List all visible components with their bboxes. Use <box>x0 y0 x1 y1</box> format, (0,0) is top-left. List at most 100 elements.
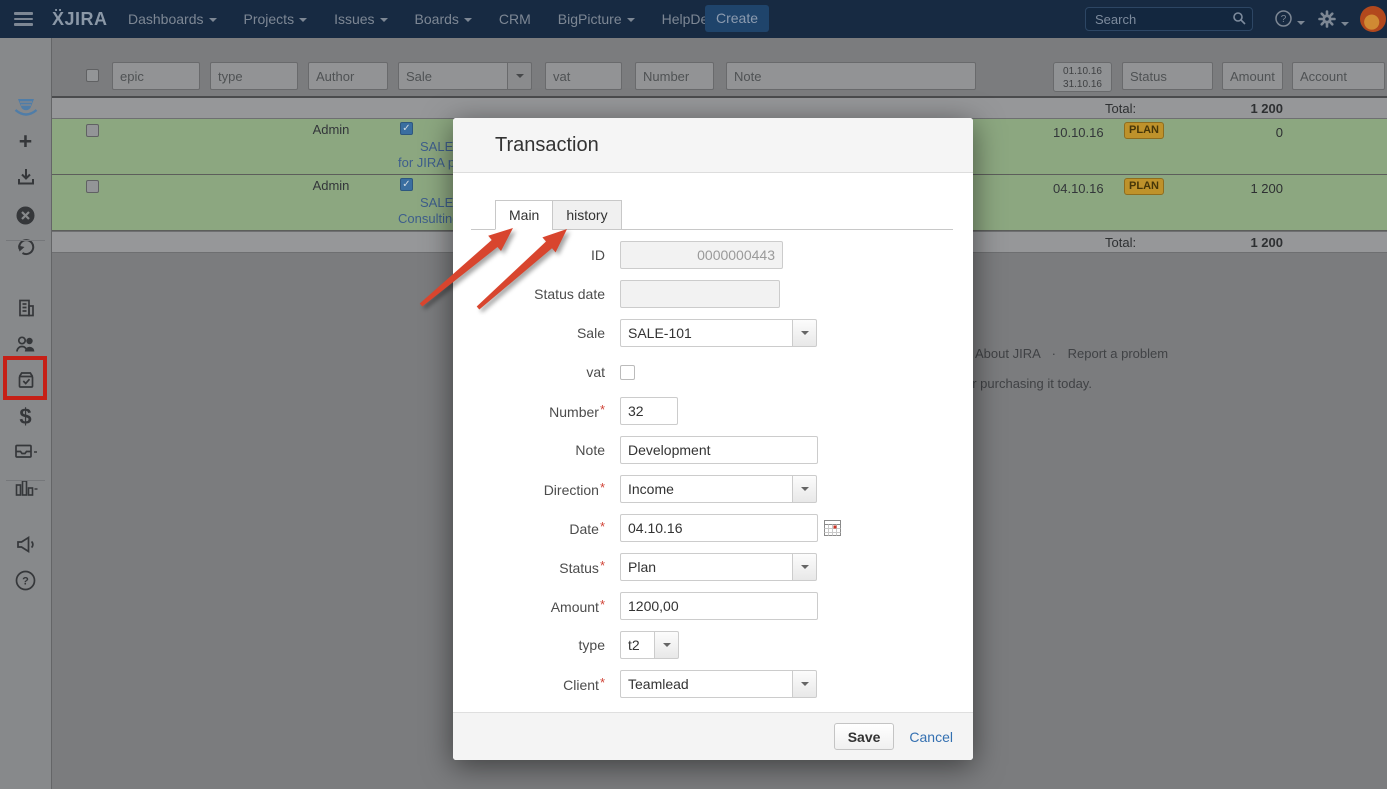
sale-select-dropdown-button[interactable] <box>792 319 817 347</box>
nav-item-bigpicture[interactable]: BigPicture <box>558 11 635 27</box>
chevron-down-icon <box>801 682 809 686</box>
nav-item-issues[interactable]: Issues <box>334 11 387 27</box>
amount-field[interactable] <box>620 592 818 620</box>
dialog-title: Transaction <box>453 118 973 172</box>
import-download-icon[interactable] <box>0 164 51 190</box>
companies-icon[interactable] <box>0 295 51 321</box>
add-icon[interactable]: + <box>0 128 51 154</box>
sidebar-divider <box>6 480 45 481</box>
jira-logo[interactable]: ẌJIRA <box>52 0 108 38</box>
nav-item-crm[interactable]: CRM <box>499 11 531 27</box>
filter-epic-input[interactable] <box>112 62 200 90</box>
form-row-status: Status* <box>453 553 973 581</box>
cancel-icon[interactable] <box>0 202 51 228</box>
filter-number-input[interactable] <box>635 62 714 90</box>
redo-icon[interactable] <box>0 234 51 260</box>
cancel-link[interactable]: Cancel <box>909 729 953 745</box>
type-select-input[interactable] <box>620 631 655 659</box>
direction-select-dropdown-button[interactable] <box>792 475 817 503</box>
report-problem-link[interactable]: Report a problem <box>1068 346 1168 361</box>
row-checked-checkbox[interactable]: ✓ <box>400 122 413 135</box>
nav-item-dashboards[interactable]: Dashboards <box>128 11 217 27</box>
amount-label: Amount* <box>453 597 620 615</box>
filter-type-input[interactable] <box>210 62 298 90</box>
status-label: Status* <box>453 558 620 576</box>
row-checked-checkbox[interactable]: ✓ <box>400 178 413 191</box>
filter-author-input[interactable] <box>308 62 388 90</box>
note-field[interactable] <box>620 436 818 464</box>
create-button[interactable]: Create <box>705 5 769 32</box>
sidebar-divider <box>6 240 45 241</box>
required-mark: * <box>600 597 605 612</box>
hamburger-menu-icon[interactable] <box>14 12 33 26</box>
status-date-label: Status date <box>453 286 620 302</box>
filter-vat-input[interactable] <box>545 62 622 90</box>
client-select <box>620 670 817 698</box>
select-all-checkbox[interactable] <box>86 69 99 82</box>
nav-item-boards[interactable]: Boards <box>415 11 472 27</box>
sale-label: Sale <box>453 325 620 341</box>
save-button[interactable]: Save <box>834 723 895 750</box>
row-sale-description[interactable]: for JIRA p <box>398 155 455 170</box>
search-input[interactable] <box>1093 9 1227 29</box>
help-icon[interactable]: ? <box>0 567 51 593</box>
row-date: 10.10.16 <box>1053 125 1104 140</box>
settings-gear-icon[interactable] <box>1318 10 1349 33</box>
filter-date-range-button[interactable]: 01.10.1631.10.16 <box>1053 62 1112 92</box>
form-row-client: Client* <box>453 670 973 698</box>
sale-select-input[interactable] <box>620 319 793 347</box>
tab-main[interactable]: Main <box>495 200 553 230</box>
filter-sale-dropdown-button[interactable] <box>508 62 532 90</box>
vat-label: vat <box>453 364 620 380</box>
direction-select-input[interactable] <box>620 475 793 503</box>
filter-account-input[interactable] <box>1292 62 1385 90</box>
filter-status-input[interactable] <box>1122 62 1213 90</box>
chevron-down-icon <box>464 18 472 22</box>
status-date-field <box>620 280 780 308</box>
total-row-top: Total: 1 200 <box>52 98 1387 119</box>
status-select-dropdown-button[interactable] <box>792 553 817 581</box>
vat-checkbox[interactable] <box>620 365 635 380</box>
invoices-icon[interactable] <box>0 438 51 464</box>
transaction-form: ID Status date Sale vat Number* <box>453 230 973 698</box>
page-partial-text: er purchasing it today. <box>965 376 1092 391</box>
contacts-icon[interactable] <box>0 331 51 357</box>
client-select-dropdown-button[interactable] <box>792 670 817 698</box>
crm-sidebar: + $ ? <box>0 38 52 789</box>
user-avatar[interactable] <box>1360 6 1386 32</box>
type-select-dropdown-button[interactable] <box>654 631 679 659</box>
status-select <box>620 553 817 581</box>
calendar-icon[interactable] <box>824 520 841 536</box>
nav-item-projects[interactable]: Projects <box>244 11 308 27</box>
row-date: 04.10.16 <box>1053 181 1104 196</box>
client-select-input[interactable] <box>620 670 793 698</box>
status-select-input[interactable] <box>620 553 793 581</box>
filter-sale-dropdown <box>398 62 532 90</box>
reports-chart-icon[interactable] <box>0 475 51 501</box>
row-checkbox[interactable] <box>86 180 99 193</box>
announcement-icon[interactable] <box>0 531 51 557</box>
help-menu-icon[interactable]: ? <box>1275 10 1305 32</box>
about-jira-link[interactable]: About JIRA <box>975 346 1040 361</box>
type-label: type <box>453 637 620 653</box>
filter-sale-input[interactable] <box>398 62 508 90</box>
total-label: Total: <box>1105 101 1136 116</box>
client-label: Client* <box>453 675 620 693</box>
filter-amount-input[interactable] <box>1222 62 1283 90</box>
transactions-icon[interactable]: $ <box>0 404 51 430</box>
red-highlight-box <box>3 356 47 400</box>
total-value: 1 200 <box>1202 101 1283 116</box>
date-field[interactable] <box>620 514 818 542</box>
crm-plugin-logo-icon[interactable] <box>0 95 51 121</box>
search-box <box>1085 7 1253 31</box>
required-mark: * <box>600 558 605 573</box>
chevron-down-icon <box>516 74 524 78</box>
required-mark: * <box>600 675 605 690</box>
transaction-dialog: Transaction Main history ID Status date … <box>453 118 973 760</box>
dialog-footer: Save Cancel <box>453 712 973 760</box>
row-sale-description[interactable]: Consulting <box>398 211 459 226</box>
tab-history[interactable]: history <box>552 200 621 230</box>
number-field[interactable] <box>620 397 678 425</box>
filter-note-input[interactable] <box>726 62 976 90</box>
row-checkbox[interactable] <box>86 124 99 137</box>
